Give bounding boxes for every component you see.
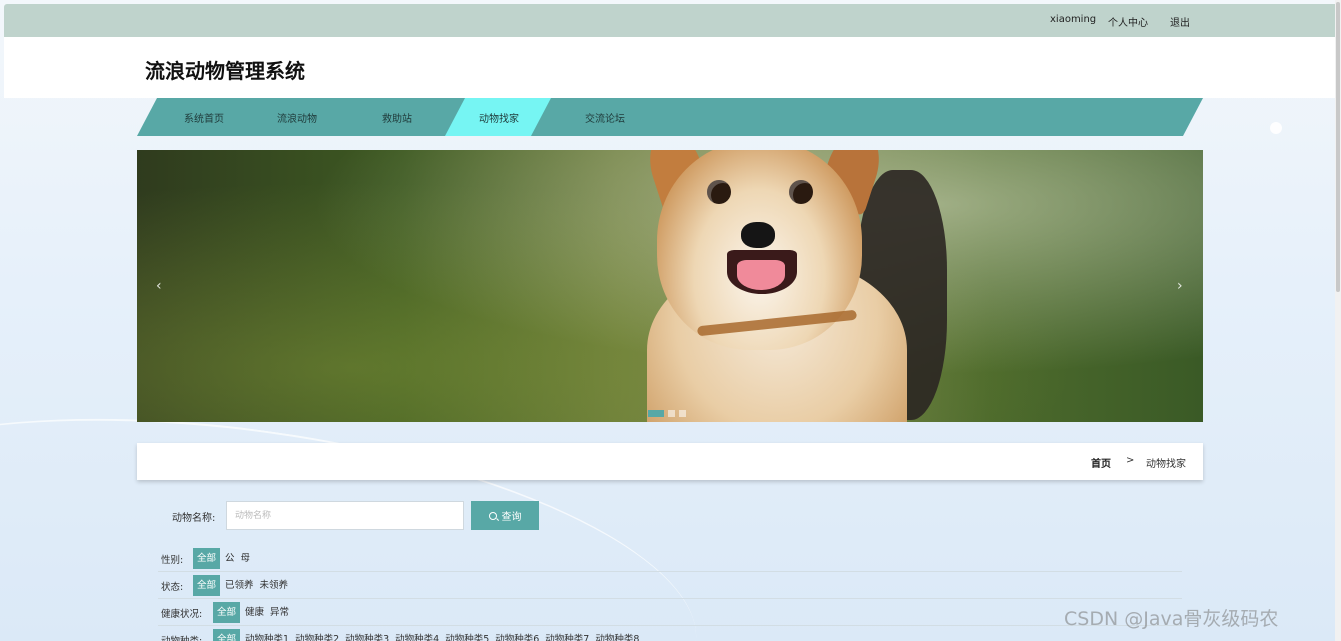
filter-option[interactable]: 母: [240, 548, 252, 569]
filter-option[interactable]: 全部: [213, 629, 241, 641]
nav-item-adoption[interactable]: 动物找家: [479, 110, 519, 125]
watermark: CSDN @Java骨灰级码农: [1064, 608, 1279, 630]
nav-item-home[interactable]: 系统首页: [184, 110, 224, 125]
search-button[interactable]: 查询: [471, 501, 539, 530]
username-label: xiaoming: [1050, 14, 1097, 25]
breadcrumb-current: 动物找家: [1146, 459, 1186, 470]
search-button-label: 查询: [501, 512, 522, 523]
search-label: 动物名称:: [172, 513, 216, 524]
filter-row-species: 动物种类: 全部 动物种类1 动物种类2 动物种类3 动物种类4 动物种类5 动…: [158, 626, 1182, 641]
filter-option[interactable]: 动物种类5: [444, 629, 490, 641]
filter-option[interactable]: 全部: [213, 602, 241, 623]
carousel-dot-1[interactable]: [648, 410, 664, 417]
filter-option[interactable]: 动物种类3: [344, 629, 390, 641]
filter-option[interactable]: 公: [224, 548, 236, 569]
carousel-dot-2[interactable]: [668, 410, 675, 417]
breadcrumb-home-link[interactable]: 首页: [1091, 455, 1111, 470]
filter-label: 健康状况:: [161, 609, 203, 620]
nav-item-rescue-station[interactable]: 救助站: [382, 110, 412, 125]
filter-option[interactable]: 动物种类4: [394, 629, 440, 641]
filter-label: 性别:: [161, 555, 184, 566]
filter-option[interactable]: 已领养: [224, 575, 255, 596]
filter-option[interactable]: 全部: [193, 575, 221, 596]
filter-label: 状态:: [161, 582, 184, 593]
breadcrumb-separator: >: [1126, 455, 1135, 466]
dog-image-part: [741, 222, 775, 248]
carousel-prev-button[interactable]: ‹: [156, 278, 162, 294]
banner-carousel[interactable]: ‹ ›: [137, 150, 1203, 422]
filter-row-status: 状态: 全部 已领养 未领养: [158, 572, 1182, 599]
carousel-dot-3[interactable]: [679, 410, 686, 417]
filter-row-gender: 性别: 全部 公 母: [158, 545, 1182, 572]
profile-link[interactable]: 个人中心: [1108, 14, 1148, 29]
nav-item-forum[interactable]: 交流论坛: [585, 110, 625, 125]
filter-row-health: 健康状况: 全部 健康 异常: [158, 599, 1182, 626]
logout-link[interactable]: 退出: [1170, 14, 1190, 29]
dog-image-part: [707, 180, 731, 204]
scrollbar-thumb[interactable]: [1336, 2, 1340, 292]
main-nav: 系统首页 流浪动物 救助站 动物找家 交流论坛: [137, 98, 1203, 136]
carousel-next-button[interactable]: ›: [1177, 278, 1183, 294]
search-input[interactable]: [226, 501, 464, 530]
filter-option[interactable]: 动物种类1: [244, 629, 290, 641]
top-bar: xiaoming 个人中心 退出: [4, 4, 1338, 37]
filter-option[interactable]: 动物种类8: [594, 629, 640, 641]
search-icon: [488, 511, 497, 520]
filter-option[interactable]: 动物种类2: [294, 629, 340, 641]
filter-option[interactable]: 全部: [193, 548, 221, 569]
filter-label: 动物种类:: [161, 633, 202, 641]
scrollbar[interactable]: [1335, 0, 1341, 641]
dog-image-part: [789, 180, 813, 204]
filter-option[interactable]: 异常: [269, 602, 290, 623]
breadcrumb: 首页 > 动物找家: [137, 443, 1203, 480]
filter-option[interactable]: 未领养: [259, 575, 290, 596]
filter-option[interactable]: 动物种类7: [544, 629, 590, 641]
nav-item-stray-animals[interactable]: 流浪动物: [277, 110, 317, 125]
site-title: 流浪动物管理系统: [145, 59, 305, 83]
filter-option[interactable]: 健康: [244, 602, 265, 623]
filter-option[interactable]: 动物种类6: [494, 629, 540, 641]
dog-image-part: [737, 260, 785, 290]
